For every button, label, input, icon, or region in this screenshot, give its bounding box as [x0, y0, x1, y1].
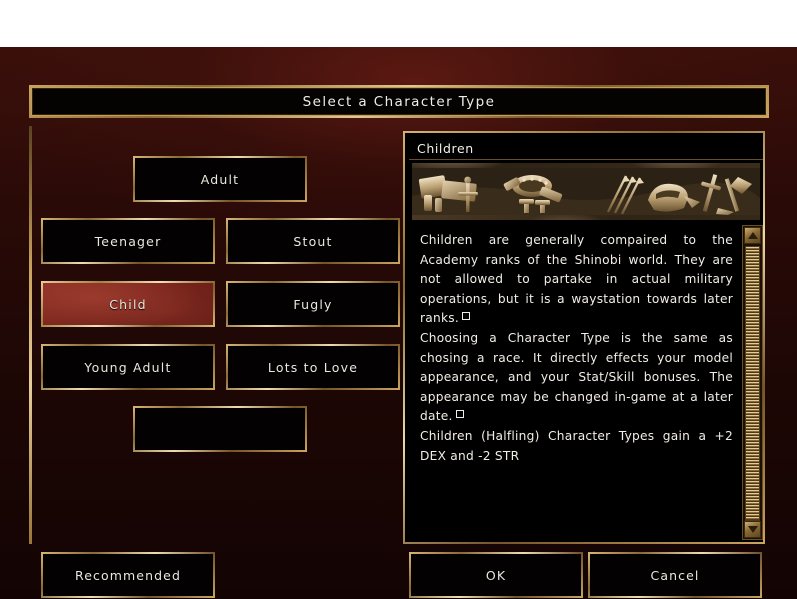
scroll-up-button[interactable]	[744, 227, 761, 244]
triangle-up-icon	[747, 232, 758, 239]
button-label: OK	[485, 567, 507, 583]
description-paragraph-1: Children are generally compaired to the …	[420, 231, 733, 329]
left-border-ornament	[29, 126, 32, 544]
choice-label: Fugly	[293, 296, 333, 312]
choice-button-fugly[interactable]: Fugly	[226, 281, 400, 327]
dialog-title-bar: Select a Character Type	[29, 85, 769, 118]
choice-label: Adult	[200, 171, 240, 187]
paragraph-text: Children (Halfling) Character Types gain…	[420, 428, 733, 463]
description-header: Children	[409, 137, 763, 160]
choice-label: Stout	[293, 233, 333, 249]
choice-button-empty[interactable]	[133, 406, 307, 452]
triangle-down-icon	[747, 526, 758, 533]
choice-label: Young Adult	[84, 359, 172, 375]
description-title: Children	[417, 140, 474, 156]
choice-label: Child	[109, 296, 147, 312]
top-white-strip	[0, 0, 797, 47]
description-panel: Children Children are generally compaire…	[403, 131, 765, 544]
choice-button-teenager[interactable]: Teenager	[41, 218, 215, 264]
missing-glyph-box-icon	[462, 312, 470, 321]
banner-artwork	[412, 163, 760, 220]
choice-button-adult[interactable]: Adult	[133, 156, 307, 202]
missing-glyph-box-icon	[455, 410, 464, 419]
game-screen: Select a Character Type Adult Teenager S…	[0, 0, 797, 599]
weapons-and-armor-banner-icon	[412, 168, 760, 215]
choice-button-stout[interactable]: Stout	[226, 218, 400, 264]
choice-label: Teenager	[94, 233, 162, 249]
page-title: Select a Character Type	[302, 93, 496, 110]
ok-button[interactable]: OK	[409, 552, 583, 598]
description-paragraph-3: Children (Halfling) Character Types gain…	[420, 427, 733, 466]
description-scrollbar[interactable]	[742, 225, 763, 540]
description-paragraph-2: Choosing a Character Type is the same as…	[420, 329, 733, 427]
scroll-down-button[interactable]	[744, 521, 761, 538]
choice-button-lots-to-love[interactable]: Lots to Love	[226, 344, 400, 390]
button-label: Cancel	[650, 567, 700, 583]
choice-button-young-adult[interactable]: Young Adult	[41, 344, 215, 390]
paragraph-text: Choosing a Character Type is the same as…	[420, 330, 733, 424]
recommended-button[interactable]: Recommended	[41, 552, 215, 598]
button-label: Recommended	[75, 567, 181, 583]
description-text-body: Children are generally compaired to the …	[412, 225, 740, 540]
cancel-button[interactable]: Cancel	[588, 552, 762, 598]
choice-label: Lots to Love	[267, 359, 359, 375]
scrollbar-track[interactable]	[745, 246, 760, 521]
choice-button-child[interactable]: Child	[41, 281, 215, 327]
